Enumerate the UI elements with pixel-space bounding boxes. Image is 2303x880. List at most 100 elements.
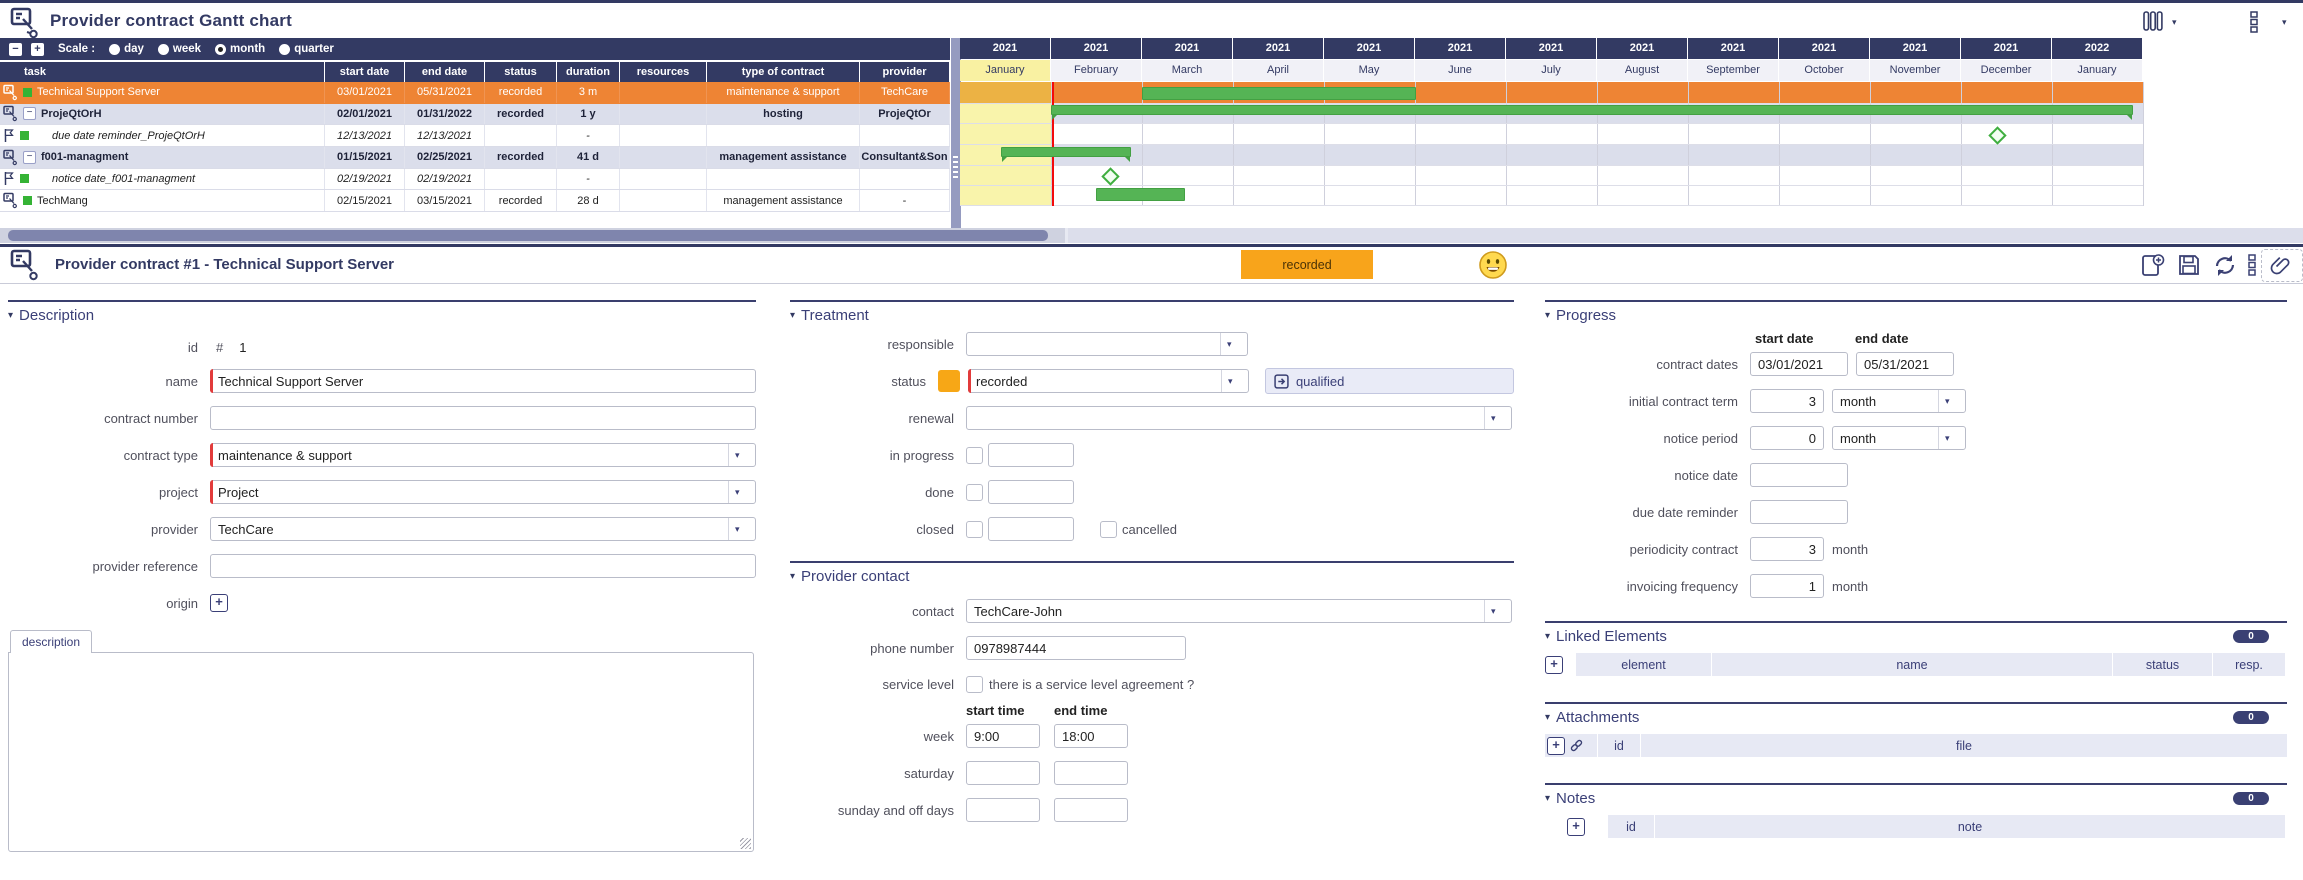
- contract-start-date-input[interactable]: 03/01/2021: [1750, 352, 1848, 376]
- scale-option-quarter[interactable]: quarter: [279, 43, 334, 55]
- collapse-caret-icon[interactable]: ▾: [1545, 712, 1550, 723]
- scale-option-month[interactable]: month: [215, 43, 265, 55]
- sunday-end-input[interactable]: [1054, 798, 1128, 822]
- description-textarea[interactable]: [8, 652, 754, 852]
- chevron-down-icon[interactable]: ▾: [728, 518, 748, 540]
- periodicity-input[interactable]: 3: [1750, 537, 1824, 561]
- chevron-down-icon[interactable]: ▾: [1938, 427, 1958, 449]
- table-hscroll-track[interactable]: [0, 228, 1065, 243]
- due-date-reminder-input[interactable]: [1750, 500, 1848, 524]
- chevron-down-icon[interactable]: ▾: [728, 481, 748, 503]
- gantt-bar-technical-support-server[interactable]: [1142, 87, 1416, 100]
- closed-checkbox[interactable]: [966, 520, 983, 538]
- notice-period-input[interactable]: 0: [1750, 426, 1824, 450]
- initial-term-unit-select[interactable]: month ▾: [1832, 389, 1966, 413]
- in-progress-checkbox[interactable]: [966, 446, 983, 464]
- notice-period-unit-select[interactable]: month ▾: [1832, 426, 1966, 450]
- scale-option-day[interactable]: day: [109, 43, 144, 55]
- initial-term-input[interactable]: 3: [1750, 389, 1824, 413]
- contact-select[interactable]: TechCare-John ▾: [966, 599, 1512, 623]
- gantt-hscroll-track[interactable]: [1068, 228, 2303, 243]
- sla-checkbox[interactable]: [966, 675, 983, 693]
- status-select[interactable]: recorded ▾: [968, 369, 1249, 393]
- table-row-notice-date[interactable]: notice date_f001-managment 02/19/2021 02…: [0, 168, 950, 191]
- chevron-down-icon[interactable]: ▾: [1220, 333, 1240, 355]
- section-title[interactable]: ▾ Notes: [1545, 790, 2287, 807]
- collapse-caret-icon[interactable]: ▾: [790, 310, 795, 321]
- collapse-caret-icon[interactable]: ▾: [8, 310, 13, 321]
- collapse-caret-icon[interactable]: ▾: [1545, 793, 1550, 804]
- notice-date-input[interactable]: [1750, 463, 1848, 487]
- section-title[interactable]: ▾ Description: [8, 307, 756, 324]
- week-end-input[interactable]: 18:00: [1054, 724, 1128, 748]
- table-row-due-date-reminder[interactable]: due date reminder_ProjeQtOrH 12/13/2021 …: [0, 125, 950, 147]
- section-title[interactable]: ▾ Attachments: [1545, 709, 2287, 726]
- contract-number-input[interactable]: [210, 406, 756, 430]
- columns-selector-icon[interactable]: [2142, 11, 2164, 36]
- table-hscroll-thumb[interactable]: [8, 230, 1048, 241]
- chevron-down-icon[interactable]: ▾: [1220, 370, 1241, 392]
- gantt-menu-caret-icon[interactable]: ▾: [2282, 18, 2287, 27]
- project-select[interactable]: Project ▾: [210, 480, 756, 504]
- radio-icon[interactable]: [157, 43, 169, 55]
- add-attachment-button[interactable]: +: [1547, 736, 1565, 755]
- add-origin-button[interactable]: +: [210, 594, 228, 612]
- cancelled-checkbox[interactable]: [1100, 520, 1117, 538]
- invoicing-frequency-input[interactable]: 1: [1750, 574, 1824, 598]
- resize-grip-icon[interactable]: [740, 838, 751, 849]
- responsible-select[interactable]: ▾: [966, 332, 1248, 356]
- name-input[interactable]: Technical Support Server: [210, 369, 756, 393]
- new-document-icon[interactable]: [2140, 252, 2166, 283]
- renewal-select[interactable]: ▾: [966, 406, 1512, 430]
- provider-select[interactable]: TechCare ▾: [210, 517, 756, 541]
- done-date-input[interactable]: [988, 480, 1074, 504]
- save-icon[interactable]: [2176, 252, 2202, 283]
- chevron-down-icon[interactable]: ▾: [1938, 390, 1958, 412]
- collapse-caret-icon[interactable]: ▾: [1545, 631, 1550, 642]
- in-progress-date-input[interactable]: [988, 443, 1074, 467]
- collapse-button[interactable]: −: [23, 107, 36, 121]
- scale-option-week[interactable]: week: [157, 43, 201, 55]
- tab-description[interactable]: description: [10, 630, 92, 653]
- done-checkbox[interactable]: [966, 483, 983, 501]
- radio-icon[interactable]: [109, 43, 121, 55]
- gantt-menu-icon[interactable]: [2249, 11, 2259, 38]
- table-row-technical-support-server[interactable]: Technical Support Server 03/01/2021 05/3…: [0, 82, 950, 104]
- zoom-in-button[interactable]: +: [31, 42, 44, 56]
- zoom-out-button[interactable]: −: [9, 42, 22, 56]
- table-row-techmang[interactable]: TechMang 02/15/2021 03/15/2021 recorded …: [0, 190, 950, 212]
- more-menu-icon[interactable]: [2247, 254, 2257, 281]
- section-title[interactable]: ▾ Linked Elements: [1545, 628, 2287, 645]
- saturday-end-input[interactable]: [1054, 761, 1128, 785]
- table-row-projeqtorh[interactable]: − ProjeQtOrH 02/01/2021 01/31/2022 record…: [0, 103, 950, 126]
- contract-end-date-input[interactable]: 05/31/2021: [1856, 352, 1954, 376]
- radio-icon[interactable]: [279, 43, 291, 55]
- gantt-bar-techmang[interactable]: [1096, 188, 1185, 201]
- table-row-f001-managment[interactable]: − f001-managment 01/15/2021 02/25/2021 re…: [0, 146, 950, 169]
- closed-date-input[interactable]: [988, 517, 1074, 541]
- splitter-grip-icon[interactable]: [953, 156, 958, 178]
- milestone-notice-date[interactable]: [1101, 167, 1120, 186]
- radio-selected-icon[interactable]: [215, 43, 227, 55]
- collapse-caret-icon[interactable]: ▾: [1545, 310, 1550, 321]
- provider-reference-input[interactable]: [210, 554, 756, 578]
- gantt-bar-projeqtorh[interactable]: [1051, 105, 2133, 120]
- refresh-icon[interactable]: [2211, 252, 2239, 284]
- qualified-transition-button[interactable]: qualified: [1264, 368, 1514, 394]
- columns-caret-icon[interactable]: ▾: [2172, 18, 2177, 27]
- add-linked-element-button[interactable]: +: [1545, 655, 1563, 674]
- gantt-bar-f001-managment[interactable]: [1001, 147, 1131, 162]
- link-icon[interactable]: [1569, 738, 1584, 753]
- add-note-button[interactable]: +: [1567, 817, 1585, 836]
- milestone-due-date-reminder[interactable]: [1988, 126, 2007, 145]
- saturday-start-input[interactable]: [966, 761, 1040, 785]
- sunday-start-input[interactable]: [966, 798, 1040, 822]
- phone-number-input[interactable]: 0978987444: [966, 636, 1186, 660]
- collapse-button[interactable]: −: [23, 150, 36, 164]
- section-title[interactable]: ▾ Progress: [1545, 307, 2287, 324]
- collapse-caret-icon[interactable]: ▾: [790, 571, 795, 582]
- section-title[interactable]: ▾ Provider contact: [790, 568, 1514, 585]
- week-start-input[interactable]: 9:00: [966, 724, 1040, 748]
- section-title[interactable]: ▾ Treatment: [790, 307, 1514, 324]
- chevron-down-icon[interactable]: ▾: [728, 444, 748, 466]
